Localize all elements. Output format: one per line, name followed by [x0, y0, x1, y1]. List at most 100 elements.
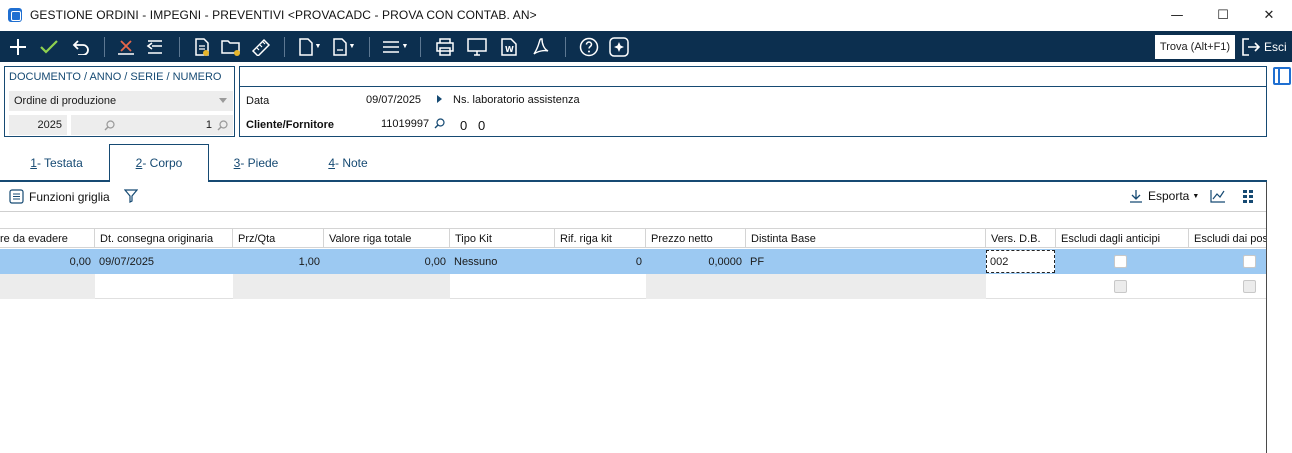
customer-code[interactable]: 11019997 — [381, 118, 429, 130]
column-header[interactable]: Escludi dagli anticipi — [1056, 229, 1189, 248]
new-icon[interactable] — [4, 31, 32, 62]
empty-cell[interactable] — [233, 274, 450, 299]
play-icon[interactable] — [437, 95, 442, 103]
column-header[interactable]: Tipo Kit — [450, 229, 555, 248]
pdf-icon[interactable] — [525, 31, 557, 62]
search-icon[interactable] — [217, 119, 228, 131]
column-header[interactable]: Rif. riga kit — [555, 229, 646, 248]
table-row[interactable]: 0,00 09/07/2025 1,00 0,00 Nessuno 0 0,00… — [0, 249, 1266, 274]
monitor-icon[interactable] — [461, 31, 493, 62]
copy-document-dropdown-icon[interactable]: ▼ — [327, 31, 361, 62]
list-back-icon[interactable] — [139, 31, 171, 62]
maximize-button[interactable]: ☐ — [1200, 0, 1246, 30]
chart-button[interactable] — [1210, 189, 1231, 203]
tab-label: - Corpo — [142, 156, 183, 170]
grid-view-button[interactable] — [1242, 189, 1259, 203]
number-search[interactable] — [217, 115, 233, 135]
document-type-select[interactable]: Ordine di produzione — [9, 91, 233, 111]
app-icon — [8, 8, 22, 22]
number-field[interactable]: 1 — [120, 115, 217, 135]
side-panel-icon[interactable] — [1273, 67, 1291, 85]
column-header[interactable]: Escludi dai post — [1189, 229, 1266, 248]
export-button[interactable]: Esporta ▼ — [1129, 189, 1199, 203]
tab-testata[interactable]: 1 - Testata — [14, 144, 99, 181]
undo-icon[interactable] — [66, 31, 96, 62]
ai-assistant-icon[interactable] — [604, 31, 634, 62]
column-header[interactable]: re da evadere — [0, 229, 95, 248]
empty-cell[interactable] — [986, 274, 1056, 299]
empty-cell[interactable] — [0, 274, 95, 299]
download-icon — [1130, 190, 1142, 203]
distinta-base-cell[interactable]: PF — [746, 249, 986, 274]
qta-evadere-cell[interactable]: 0,00 — [0, 249, 95, 274]
confirm-icon[interactable] — [32, 31, 66, 62]
column-header[interactable]: Prezzo netto — [646, 229, 746, 248]
column-header[interactable]: Distinta Base — [746, 229, 986, 248]
document-icon[interactable] — [188, 31, 216, 62]
column-header[interactable]: Vers. D.B. — [986, 229, 1056, 248]
prezzo-netto-cell[interactable]: 0,0000 — [646, 249, 746, 274]
close-button[interactable]: ✕ — [1246, 0, 1292, 30]
menu-dropdown-icon[interactable]: ▼ — [378, 31, 412, 62]
toolbar-separator — [284, 36, 285, 57]
folder-icon[interactable] — [216, 31, 246, 62]
column-header[interactable]: Prz/Qta — [233, 229, 324, 248]
chevron-down-icon: ▼ — [1192, 192, 1200, 200]
filter-icon — [124, 189, 138, 203]
tab-number: 4 — [328, 155, 335, 170]
document-label: DOCUMENTO / ANNO / SERIE / NUMERO — [9, 71, 222, 83]
exclude-advances-checkbox[interactable] — [1114, 280, 1127, 293]
minimize-button[interactable]: — — [1154, 0, 1200, 30]
dt-consegna-cell[interactable]: 09/07/2025 — [95, 249, 233, 274]
list-icon — [9, 189, 24, 204]
grid-panel: Funzioni griglia Esporta ▼ re da evadere… — [0, 182, 1267, 453]
vers-db-input[interactable]: 002 — [986, 250, 1055, 273]
prz-qta-cell[interactable]: 1,00 — [233, 249, 324, 274]
tipo-kit-cell[interactable]: Nessuno — [450, 249, 555, 274]
year-field[interactable]: 2025 — [9, 115, 67, 135]
help-icon[interactable] — [574, 31, 604, 62]
exclude-post-checkbox[interactable] — [1243, 280, 1256, 293]
tab-number: 3 — [233, 155, 241, 170]
tab-label: - Note — [335, 155, 368, 170]
chevron-down-icon — [219, 98, 227, 103]
customer-value-1: 0 — [460, 118, 468, 133]
title-bar: GESTIONE ORDINI - IMPEGNI - PREVENTIVI <… — [0, 0, 1292, 30]
word-icon[interactable]: W — [493, 31, 525, 62]
delete-icon[interactable] — [113, 31, 139, 62]
tab-corpo[interactable]: 2 - Corpo — [109, 144, 209, 181]
column-header[interactable]: Valore riga totale — [324, 229, 450, 248]
print-icon[interactable] — [429, 31, 461, 62]
grid-functions-label: Funzioni griglia — [29, 189, 110, 204]
empty-cell[interactable] — [646, 274, 986, 299]
main-toolbar: ▼ ▼ ▼ W Trova (Alt+F1) Esci — [0, 31, 1292, 62]
header-info-strip — [240, 67, 1266, 87]
customer-label: Cliente/Fornitore — [246, 119, 335, 131]
empty-cell[interactable] — [450, 274, 646, 299]
exit-button[interactable]: Esci — [1242, 35, 1287, 59]
toolbar-separator — [565, 36, 566, 57]
search-icon[interactable] — [104, 119, 115, 131]
exit-label: Esci — [1264, 40, 1287, 54]
tab-piede[interactable]: 3 - Piede — [219, 144, 293, 181]
search-icon[interactable] — [434, 118, 445, 129]
search-button[interactable]: Trova (Alt+F1) — [1155, 35, 1235, 59]
exclude-post-checkbox[interactable] — [1243, 255, 1256, 268]
series-field[interactable] — [71, 115, 120, 135]
grid-functions-button[interactable]: Funzioni griglia — [9, 189, 110, 204]
grid-header: re da evadere Dt. consegna originaria Pr… — [0, 228, 1266, 248]
date-value[interactable]: 09/07/2025 — [366, 94, 421, 106]
rif-riga-kit-cell[interactable]: 0 — [555, 249, 646, 274]
ruler-icon[interactable] — [246, 31, 276, 62]
column-header[interactable]: Dt. consegna originaria — [95, 229, 233, 248]
svg-text:W: W — [505, 45, 514, 54]
table-row[interactable] — [0, 274, 1266, 299]
window-title: GESTIONE ORDINI - IMPEGNI - PREVENTIVI <… — [30, 8, 537, 22]
empty-cell[interactable] — [95, 274, 233, 299]
exclude-advances-checkbox[interactable] — [1114, 255, 1127, 268]
filter-button[interactable] — [124, 189, 143, 203]
tab-note[interactable]: 4 - Note — [313, 144, 383, 181]
valore-totale-cell[interactable]: 0,00 — [324, 249, 450, 274]
new-document-dropdown-icon[interactable]: ▼ — [293, 31, 327, 62]
grid-toolbar: Funzioni griglia Esporta ▼ — [0, 182, 1266, 212]
